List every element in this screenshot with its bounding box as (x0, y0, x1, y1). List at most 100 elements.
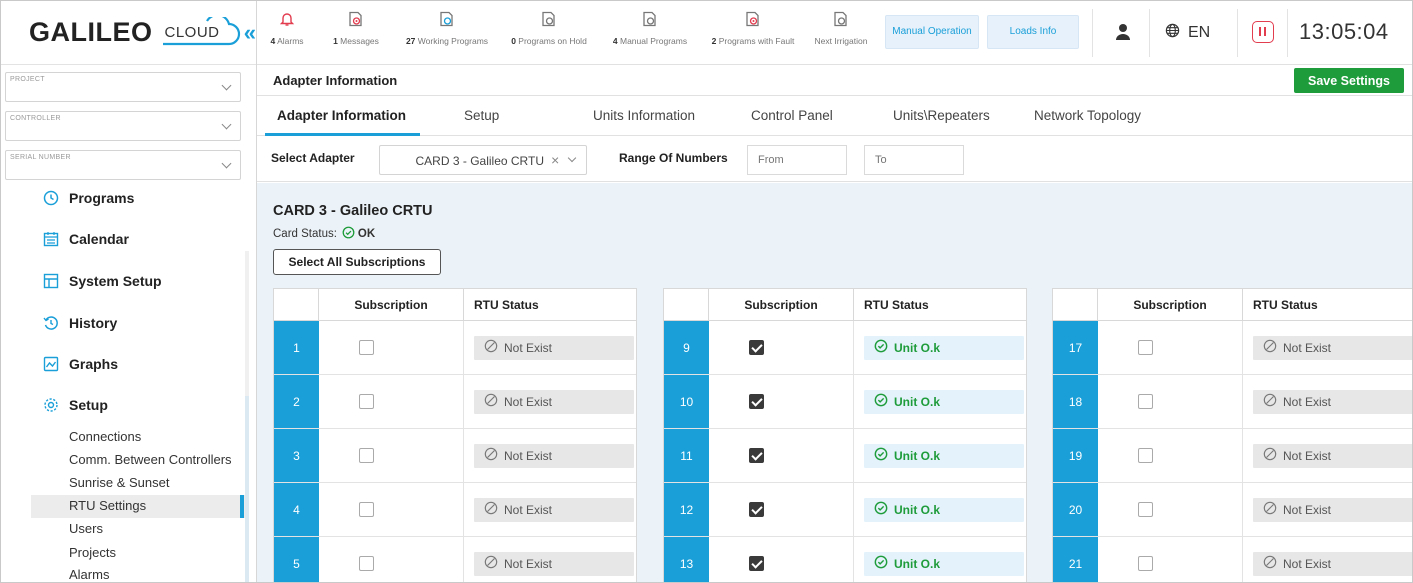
loads-info-button[interactable]: Loads Info (987, 15, 1079, 49)
programs-on-hold-label: Programs on Hold (518, 36, 587, 46)
working-programs-indicator[interactable]: 27 Working Programs (397, 1, 497, 65)
rtu-number: 3 (274, 429, 319, 482)
programs-with-fault-label: Programs with Fault (718, 36, 795, 46)
subscription-checkbox[interactable] (1138, 340, 1153, 355)
not-exist-icon (1263, 555, 1283, 572)
messages-count: 1 (333, 36, 338, 46)
subscription-checkbox[interactable] (1138, 502, 1153, 517)
subscription-checkbox[interactable] (749, 394, 764, 409)
next-irrigation-indicator[interactable]: Next Irrigation (809, 1, 873, 65)
rtu-status-text: Not Exist (504, 556, 553, 571)
sidebar-subitem-users[interactable]: Users (69, 521, 103, 536)
save-settings-button[interactable]: Save Settings (1294, 68, 1404, 93)
table-row: 13 Unit O.k (664, 537, 1026, 582)
subscription-checkbox[interactable] (749, 556, 764, 571)
table-row: 20 Not Exist (1053, 483, 1412, 537)
rtu-number: 12 (664, 483, 709, 536)
tab-setup[interactable]: Setup (464, 108, 499, 123)
sidebar-subitem-alarms[interactable]: Alarms (69, 567, 109, 582)
filter-bar: Select Adapter CARD 3 - Galileo CRTU × R… (257, 136, 1412, 182)
sidebar-item-system-setup[interactable]: System Setup (43, 273, 162, 289)
rtu-status-badge: Not Exist (474, 443, 634, 468)
pause-icon (1259, 27, 1261, 36)
alarms-indicator[interactable]: 4 Alarms (257, 1, 317, 65)
sidebar-item-calendar[interactable]: Calendar (43, 231, 129, 247)
divider (1237, 9, 1238, 57)
subscription-checkbox[interactable] (359, 556, 374, 571)
subscription-checkbox[interactable] (359, 502, 374, 517)
adapter-select[interactable]: CARD 3 - Galileo CRTU × (379, 145, 587, 175)
tab-units-information[interactable]: Units Information (593, 108, 695, 123)
range-from-input[interactable] (747, 145, 847, 175)
subscription-checkbox[interactable] (749, 502, 764, 517)
sidebar-subitem-sunrise-sunset[interactable]: Sunrise & Sunset (69, 475, 169, 490)
controller-select[interactable]: CONTROLLER (5, 111, 241, 141)
rtu-status-badge: Not Exist (1253, 551, 1412, 576)
rtu-number: 20 (1053, 483, 1098, 536)
history-icon (43, 315, 59, 331)
rtu-status-badge: Not Exist (474, 335, 634, 360)
bell-icon (279, 11, 295, 27)
pause-button[interactable] (1252, 21, 1274, 43)
table-row: 9 Unit O.k (664, 321, 1026, 375)
sidebar-item-graphs[interactable]: Graphs (43, 356, 118, 372)
sidebar-subitem-connections[interactable]: Connections (69, 429, 141, 444)
table-row: 1 Not Exist (274, 321, 636, 375)
subscription-checkbox[interactable] (749, 448, 764, 463)
rtu-status-badge: Not Exist (474, 551, 634, 576)
table-row: 5 Not Exist (274, 537, 636, 582)
subscription-table: Subscription RTU Status 17 Not Exist 18 Not E… (1052, 288, 1412, 582)
sidebar-item-setup[interactable]: Setup (44, 397, 108, 413)
subscription-checkbox[interactable] (359, 340, 374, 355)
language-selector[interactable]: EN (1165, 23, 1210, 43)
card-status-value: OK (357, 228, 376, 240)
select-all-subscriptions-button[interactable]: Select All Subscriptions (273, 249, 441, 275)
tab-units-repeaters[interactable]: Units\Repeaters (893, 108, 990, 123)
column-header-rtu-status: RTU Status (474, 297, 539, 312)
gear-icon (43, 397, 59, 413)
range-to-input[interactable] (864, 145, 964, 175)
main-panel: Adapter Information Save Settings Adapte… (257, 65, 1412, 582)
subscription-checkbox[interactable] (749, 340, 764, 355)
tab-adapter-information[interactable]: Adapter Information (277, 108, 406, 123)
sidebar-subitem-rtu-settings[interactable]: RTU Settings (69, 498, 146, 513)
sidebar-item-history[interactable]: History (43, 315, 117, 331)
subscription-checkbox[interactable] (359, 394, 374, 409)
table-row: 2 Not Exist (274, 375, 636, 429)
programs-with-fault-indicator[interactable]: 2 Programs with Fault (703, 1, 803, 65)
rtu-number: 4 (274, 483, 319, 536)
subscription-checkbox[interactable] (359, 448, 374, 463)
manual-operation-button[interactable]: Manual Operation (885, 15, 979, 49)
tab-control-panel[interactable]: Control Panel (751, 108, 833, 123)
manual-programs-indicator[interactable]: 4 Manual Programs (601, 1, 699, 65)
hold-program-icon (541, 11, 557, 27)
subscription-checkbox[interactable] (1138, 448, 1153, 463)
top-bar: 4 Alarms 1 Messages 27 Working Programs … (257, 1, 1412, 65)
subscription-checkbox[interactable] (1138, 394, 1153, 409)
check-circle-icon (337, 226, 355, 242)
sidebar-item-label: System Setup (69, 273, 162, 289)
sidebar-subitem-comm-between-controllers[interactable]: Comm. Between Controllers (69, 452, 232, 467)
user-icon[interactable] (1115, 23, 1131, 41)
sidebar-item-programs[interactable]: Programs (43, 190, 134, 206)
sidebar-scrollbar-thumb[interactable] (245, 396, 249, 582)
layout-icon (43, 273, 59, 289)
subscription-checkbox[interactable] (1138, 556, 1153, 571)
rtu-status-text: Not Exist (1283, 556, 1332, 571)
not-exist-icon (484, 447, 504, 464)
messages-indicator[interactable]: 1 Messages (321, 1, 391, 65)
table-row: 12 Unit O.k (664, 483, 1026, 537)
collapse-sidebar-icon[interactable]: « (244, 20, 256, 46)
logo-cloud-text: CLOUD (164, 23, 220, 41)
programs-on-hold-indicator[interactable]: 0 Programs on Hold (503, 1, 595, 65)
rtu-status-text: Unit O.k (894, 448, 941, 463)
manual-programs-label: Manual Programs (620, 36, 688, 46)
rtu-status-text: Unit O.k (894, 340, 941, 355)
clear-icon[interactable]: × (551, 152, 559, 168)
serial-number-select[interactable]: SERIAL NUMBER (5, 150, 241, 180)
rtu-number: 17 (1053, 321, 1098, 374)
sidebar-subitem-projects[interactable]: Projects (69, 545, 116, 560)
card-status: Card Status: OK (273, 226, 375, 242)
project-select[interactable]: PROJECT (5, 72, 241, 102)
tab-network-topology[interactable]: Network Topology (1034, 108, 1141, 123)
